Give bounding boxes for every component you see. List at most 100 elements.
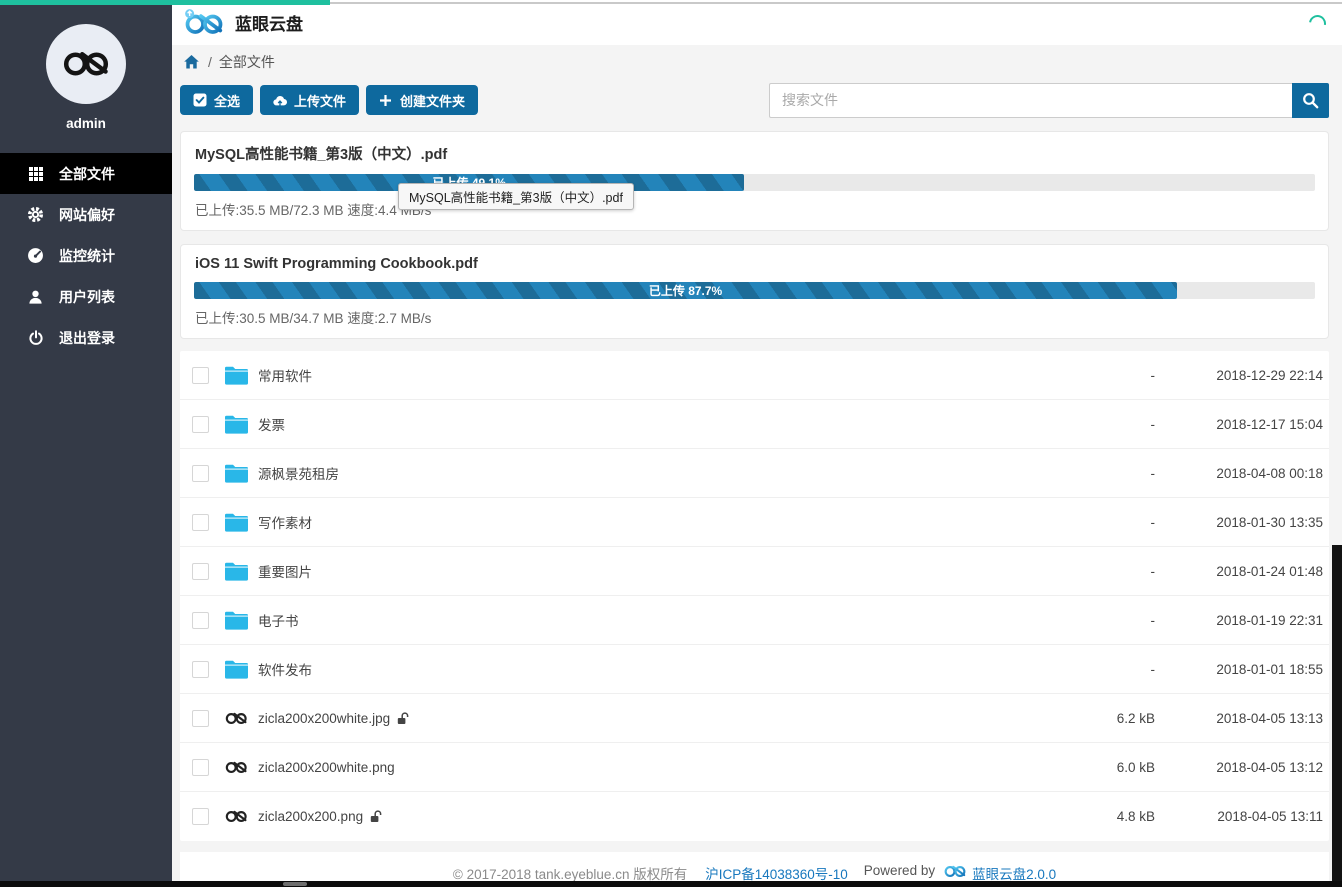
file-row[interactable]: zicla200x200.png 4.8 kB 2018-04-05 13:11 [180, 792, 1329, 841]
create-folder-button[interactable]: 创建文件夹 [366, 85, 478, 115]
sidebar-item-label: 用户列表 [59, 287, 115, 307]
breadcrumb-separator: / [208, 54, 212, 70]
grid-icon [27, 165, 44, 182]
file-date: 2018-12-17 15:04 [1155, 417, 1325, 432]
file-logo-icon [224, 759, 249, 776]
plus-icon [379, 93, 393, 107]
folder-icon [224, 464, 248, 483]
footer-logo-icon [942, 863, 968, 880]
home-icon[interactable] [183, 54, 200, 70]
file-list: 常用软件 - 2018-12-29 22:14 [180, 351, 1329, 841]
row-checkbox[interactable] [192, 514, 209, 531]
row-checkbox[interactable] [192, 759, 209, 776]
file-name[interactable]: zicla200x200white.png [258, 760, 395, 775]
sidebar-item-label: 全部文件 [59, 164, 115, 184]
file-row[interactable]: 常用软件 - 2018-12-29 22:14 [180, 351, 1329, 400]
file-size: 4.8 kB [1045, 809, 1155, 824]
unlock-icon[interactable] [397, 712, 409, 725]
file-name[interactable]: 写作素材 [258, 512, 312, 532]
file-row[interactable]: 电子书 - 2018-01-19 22:31 [180, 596, 1329, 645]
folder-icon [224, 415, 248, 434]
sidebar-item-all-files[interactable]: 全部文件 [0, 153, 172, 194]
gear-icon [27, 206, 44, 223]
file-name[interactable]: 发票 [258, 414, 285, 434]
unlock-icon[interactable] [370, 810, 382, 823]
main-area: 蓝眼云盘 / 全部文件 全选 [172, 0, 1342, 881]
sidebar-item-logout[interactable]: 退出登录 [0, 317, 172, 358]
cloud-upload-icon [273, 93, 287, 107]
file-size: - [1045, 515, 1155, 530]
file-date: 2018-01-01 18:55 [1155, 662, 1325, 677]
file-row[interactable]: zicla200x200white.png 6.0 kB 2018-04-05 … [180, 743, 1329, 792]
vertical-scrollbar[interactable] [1332, 545, 1342, 887]
footer-brand-version-link[interactable]: 蓝眼云盘2.0.0 [972, 863, 1056, 881]
file-name[interactable]: zicla200x200.png [258, 809, 363, 824]
file-row[interactable]: 软件发布 - 2018-01-01 18:55 [180, 645, 1329, 694]
file-row[interactable]: 重要图片 - 2018-01-24 01:48 [180, 547, 1329, 596]
search-button[interactable] [1292, 83, 1329, 118]
page-loading-track [330, 2, 1342, 4]
sidebar-item-monitor-stats[interactable]: 监控统计 [0, 235, 172, 276]
file-date: 2018-04-05 13:11 [1155, 809, 1325, 824]
progress-label: 已上传 87.7% [649, 282, 722, 299]
select-all-button[interactable]: 全选 [180, 85, 253, 115]
brand-logo-icon [182, 8, 226, 38]
file-date: 2018-04-08 00:18 [1155, 466, 1325, 481]
breadcrumb: / 全部文件 [180, 45, 1329, 78]
sidebar: admin 全部文件 [0, 0, 172, 881]
file-name[interactable]: zicla200x200white.jpg [258, 711, 390, 726]
file-name[interactable]: 重要图片 [258, 561, 312, 581]
page-footer: © 2017-2018 tank.eyeblue.cn 版权所有 沪ICP备14… [180, 852, 1329, 881]
content: / 全部文件 全选 [172, 45, 1342, 881]
file-size: - [1045, 564, 1155, 579]
top-header: 蓝眼云盘 [172, 0, 1342, 45]
file-size: - [1045, 368, 1155, 383]
upload-card: iOS 11 Swift Programming Cookbook.pdf 已上… [180, 244, 1329, 339]
file-size: - [1045, 466, 1155, 481]
toolbar: 全选 上传文件 [180, 82, 1329, 118]
file-row[interactable]: zicla200x200white.jpg 6.2 kB 2018-04-05 … [180, 694, 1329, 743]
horizontal-scrollbar[interactable] [0, 881, 1342, 887]
file-name[interactable]: 常用软件 [258, 365, 312, 385]
row-checkbox[interactable] [192, 416, 209, 433]
row-checkbox[interactable] [192, 710, 209, 727]
folder-icon [224, 660, 248, 679]
file-date: 2018-04-05 13:12 [1155, 760, 1325, 775]
file-name[interactable]: 电子书 [258, 610, 299, 630]
app-title: 蓝眼云盘 [235, 10, 303, 35]
powered-by-label: Powered by [864, 863, 935, 878]
file-row[interactable]: 源枫景苑租房 - 2018-04-08 00:18 [180, 449, 1329, 498]
folder-icon [224, 611, 248, 630]
row-checkbox[interactable] [192, 465, 209, 482]
row-checkbox[interactable] [192, 808, 209, 825]
row-checkbox[interactable] [192, 563, 209, 580]
progress-bar: 已上传 87.7% [194, 282, 1177, 299]
check-square-icon [193, 93, 207, 107]
search-input[interactable] [769, 83, 1292, 118]
file-name[interactable]: 源枫景苑租房 [258, 463, 339, 483]
file-name[interactable]: 软件发布 [258, 659, 312, 679]
icp-link[interactable]: 沪ICP备14038360号-10 [705, 863, 848, 881]
folder-icon [224, 513, 248, 532]
app-window: admin 全部文件 [0, 0, 1342, 887]
row-checkbox[interactable] [192, 612, 209, 629]
create-folder-label: 创建文件夹 [400, 91, 465, 110]
folder-icon [224, 366, 248, 385]
copyright-text: © 2017-2018 tank.eyeblue.cn 版权所有 [453, 863, 687, 881]
horizontal-scrollbar-thumb[interactable] [283, 882, 307, 886]
file-row[interactable]: 写作素材 - 2018-01-30 13:35 [180, 498, 1329, 547]
file-size: 6.2 kB [1045, 711, 1155, 726]
file-date: 2018-01-30 13:35 [1155, 515, 1325, 530]
sidebar-item-label: 网站偏好 [59, 205, 115, 225]
file-row[interactable]: 发票 - 2018-12-17 15:04 [180, 400, 1329, 449]
file-size: 6.0 kB [1045, 760, 1155, 775]
file-size: - [1045, 662, 1155, 677]
file-date: 2018-01-24 01:48 [1155, 564, 1325, 579]
upload-file-button[interactable]: 上传文件 [260, 85, 359, 115]
row-checkbox[interactable] [192, 661, 209, 678]
sidebar-item-user-list[interactable]: 用户列表 [0, 276, 172, 317]
sidebar-item-label: 监控统计 [59, 246, 115, 266]
sidebar-item-site-preferences[interactable]: 网站偏好 [0, 194, 172, 235]
row-checkbox[interactable] [192, 367, 209, 384]
upload-filename: iOS 11 Swift Programming Cookbook.pdf [181, 245, 1328, 282]
